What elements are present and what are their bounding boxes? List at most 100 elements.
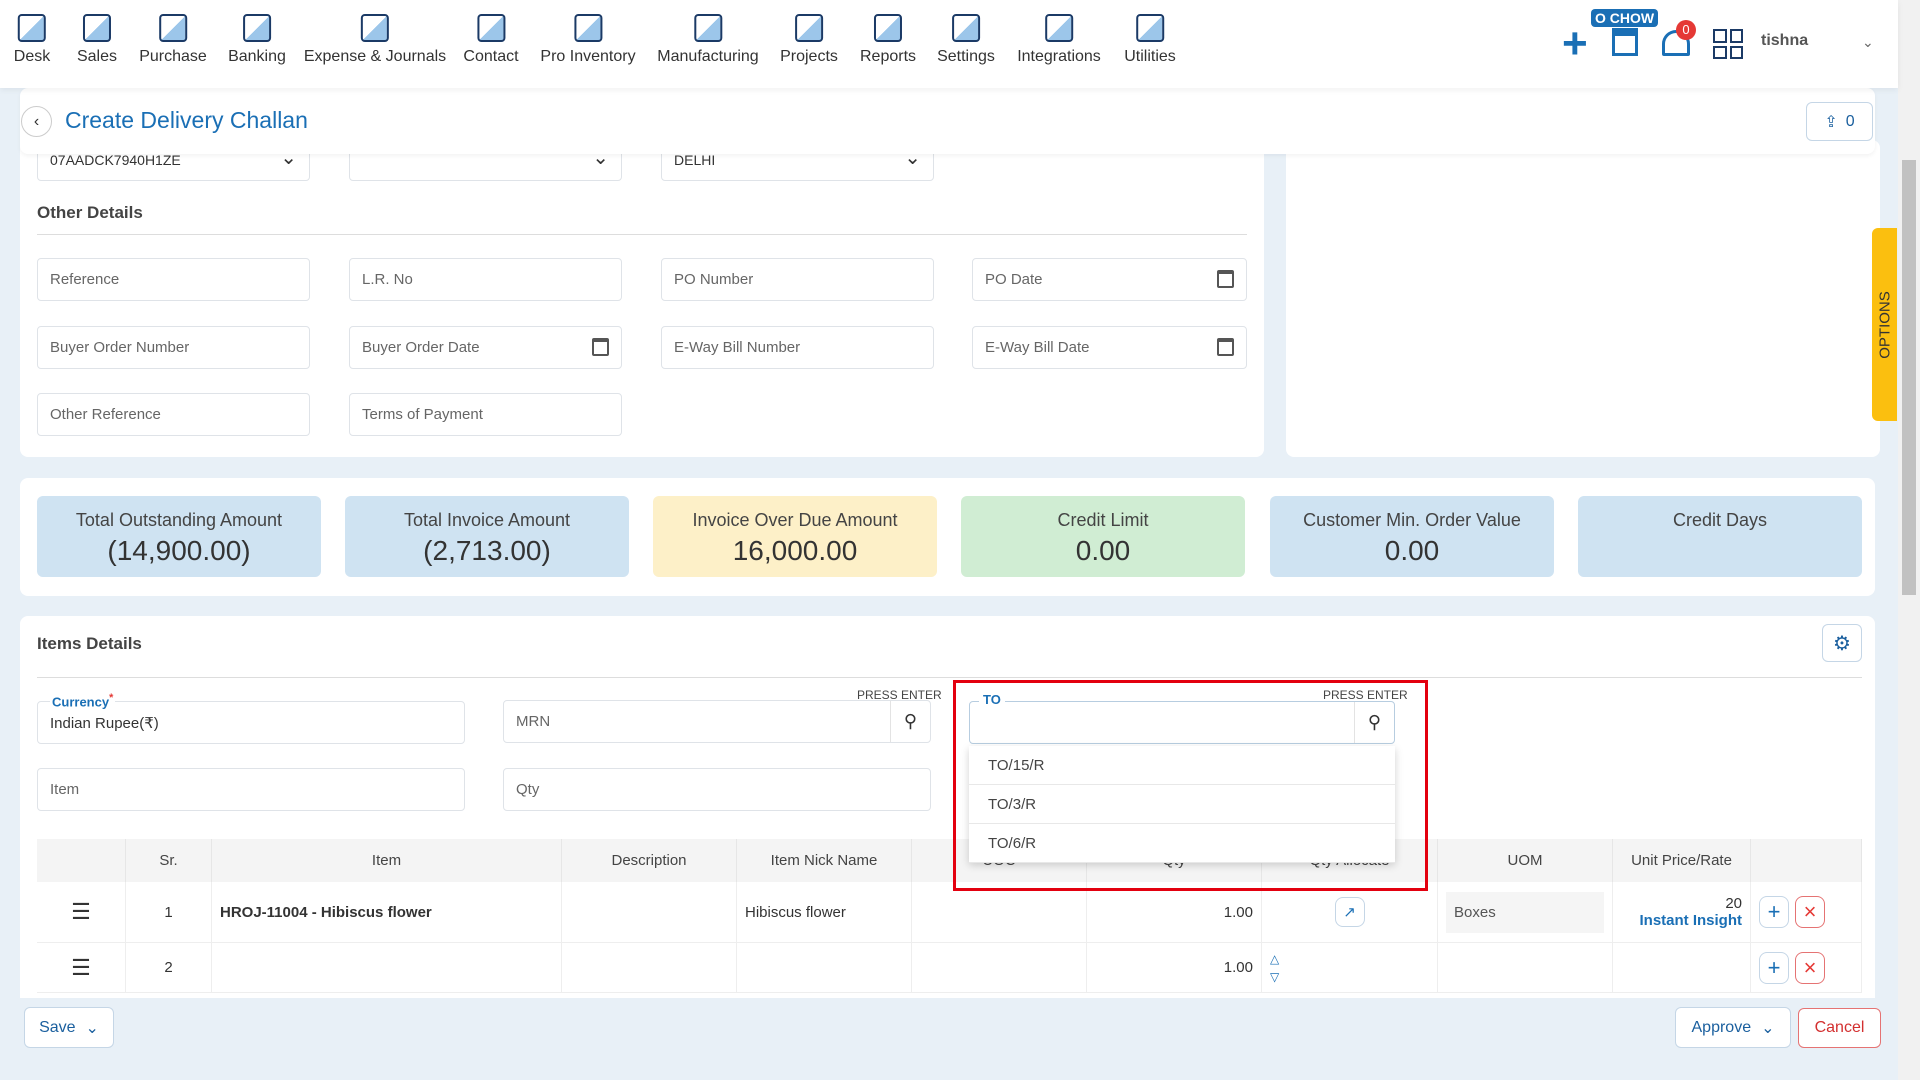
summary-tile: Invoice Over Due Amount 16,000.00: [653, 496, 937, 577]
remove-row-button[interactable]: ×: [1795, 951, 1825, 984]
nav-settings[interactable]: Settings: [937, 14, 995, 66]
back-button[interactable]: ‹: [21, 106, 52, 137]
search-icon[interactable]: ⚲: [890, 701, 930, 742]
table-cell: 20 Instant Insight: [1613, 882, 1751, 943]
nav-reports[interactable]: Reports: [860, 14, 916, 66]
upload-icon: ⇪: [1824, 113, 1838, 131]
cart-icon: [159, 14, 187, 42]
e-way-bill-number-input[interactable]: E-Way Bill Number: [661, 326, 934, 369]
table-cell: [912, 943, 1087, 993]
scrollbar[interactable]: [1898, 0, 1920, 1080]
footer-bar: [0, 998, 1898, 1080]
table-cell: [212, 943, 562, 993]
other-reference-input[interactable]: Other Reference: [37, 393, 310, 436]
calendar-icon[interactable]: [592, 338, 609, 356]
nav-banking[interactable]: Banking: [228, 14, 286, 66]
column-header: [1751, 839, 1862, 882]
bank-icon: [242, 14, 271, 42]
nav-sales[interactable]: Sales: [77, 14, 117, 66]
nav-label: Integrations: [1017, 48, 1101, 65]
calendar-icon[interactable]: [1217, 338, 1234, 356]
journal-icon: [361, 14, 389, 42]
table-cell: Boxes: [1438, 882, 1613, 943]
qty-input[interactable]: Qty: [503, 768, 931, 811]
upload-button[interactable]: ⇪ 0: [1806, 102, 1873, 141]
approve-button[interactable]: Approve ⌄: [1675, 1007, 1791, 1048]
chevron-down-icon: ⌄: [85, 1019, 99, 1037]
chevron-down-icon[interactable]: ⌄: [1862, 34, 1874, 51]
divider: [37, 677, 1862, 678]
add-row-button[interactable]: +: [1759, 896, 1789, 928]
sales-icon: [83, 14, 111, 42]
to-option[interactable]: TO/3/R: [969, 785, 1395, 824]
e-way-bill-date-input[interactable]: E-Way Bill Date: [972, 326, 1247, 369]
summary-tile: Total Outstanding Amount (14,900.00): [37, 496, 321, 577]
po-number-input[interactable]: PO Number: [661, 258, 934, 301]
nav-pro-inventory[interactable]: Pro Inventory: [540, 14, 636, 66]
options-tab[interactable]: OPTIONS: [1872, 228, 1897, 421]
nav-utilities[interactable]: Utilities: [1124, 14, 1176, 66]
nav-purchase[interactable]: Purchase: [139, 14, 207, 66]
add-icon[interactable]: +: [1562, 22, 1588, 66]
nav-label: Settings: [937, 48, 995, 65]
nav-expense-journals[interactable]: Expense & Journals: [304, 14, 446, 66]
user-name[interactable]: tishna: [1761, 32, 1808, 50]
bank-transfer-icon[interactable]: [1612, 28, 1638, 56]
to-option[interactable]: TO/15/R: [969, 746, 1395, 785]
nav-label: Sales: [76, 48, 118, 65]
settings-gear-button[interactable]: ⚙: [1822, 624, 1862, 662]
to-input[interactable]: ⚲: [969, 701, 1395, 744]
buyer-order-date-input[interactable]: Buyer Order Date: [349, 326, 622, 369]
nav-label: Utilities: [1124, 48, 1176, 65]
item-input[interactable]: Item: [37, 768, 465, 811]
nav-label: Desk: [13, 48, 51, 65]
drag-handle-icon[interactable]: ☰: [71, 955, 91, 981]
to-option[interactable]: TO/6/R: [969, 824, 1395, 863]
summary-tile: Credit Days: [1578, 496, 1862, 577]
notification-badge: 0: [1676, 20, 1696, 40]
column-header: Description: [562, 839, 737, 882]
company-badge[interactable]: O CHOW: [1591, 9, 1659, 27]
summary-tile: Total Invoice Amount (2,713.00): [345, 496, 629, 577]
table-cell: [912, 882, 1087, 943]
nav-label: Contact: [463, 48, 519, 65]
desk-icon: [17, 14, 46, 42]
instant-insight-link[interactable]: Instant Insight: [1621, 912, 1743, 929]
l-r-no-input[interactable]: L.R. No: [349, 258, 622, 301]
nav-desk[interactable]: Desk: [14, 14, 50, 66]
upload-count: 0: [1845, 112, 1855, 130]
nav-integrations[interactable]: Integrations: [1017, 14, 1101, 66]
nav-label: Projects: [780, 48, 838, 65]
buyer-order-number-input[interactable]: Buyer Order Number: [37, 326, 310, 369]
table-cell: ↗: [1262, 882, 1438, 943]
inventory-icon: [574, 14, 602, 42]
terms-of-payment-input[interactable]: Terms of Payment: [349, 393, 622, 436]
chevron-down-icon: ⌄: [1761, 1019, 1775, 1037]
search-icon[interactable]: ⚲: [1354, 702, 1394, 743]
add-row-button[interactable]: +: [1759, 951, 1789, 984]
currency-label: Currency*: [50, 692, 116, 710]
save-button[interactable]: Save ⌄: [24, 1007, 114, 1048]
table-cell: [562, 943, 737, 993]
open-allocate-icon[interactable]: ↗: [1334, 897, 1365, 927]
page-title: Create Delivery Challan: [65, 107, 308, 133]
nav-contact[interactable]: Contact: [463, 14, 519, 66]
nav-label: Reports: [859, 48, 917, 65]
table-cell: [1613, 943, 1751, 993]
cancel-button[interactable]: Cancel: [1798, 1008, 1881, 1048]
remove-row-button[interactable]: ×: [1795, 896, 1825, 928]
utilities-icon: [1136, 14, 1164, 42]
calendar-icon[interactable]: [1217, 270, 1234, 288]
mrn-input[interactable]: MRN ⚲: [503, 700, 931, 743]
table-cell: + ×: [1751, 882, 1862, 943]
apps-grid-icon[interactable]: [1713, 29, 1743, 59]
po-date-input[interactable]: PO Date: [972, 258, 1247, 301]
drag-handle-icon[interactable]: ☰: [71, 899, 91, 925]
table-cell: △ ▽: [1262, 943, 1438, 993]
nav-projects[interactable]: Projects: [780, 14, 838, 66]
column-header: [37, 839, 126, 882]
nav-manufacturing[interactable]: Manufacturing: [657, 14, 759, 66]
nav-label: Purchase: [139, 48, 207, 65]
qty-stepper[interactable]: △ ▽: [1270, 950, 1279, 986]
reference-input[interactable]: Reference: [37, 258, 310, 301]
